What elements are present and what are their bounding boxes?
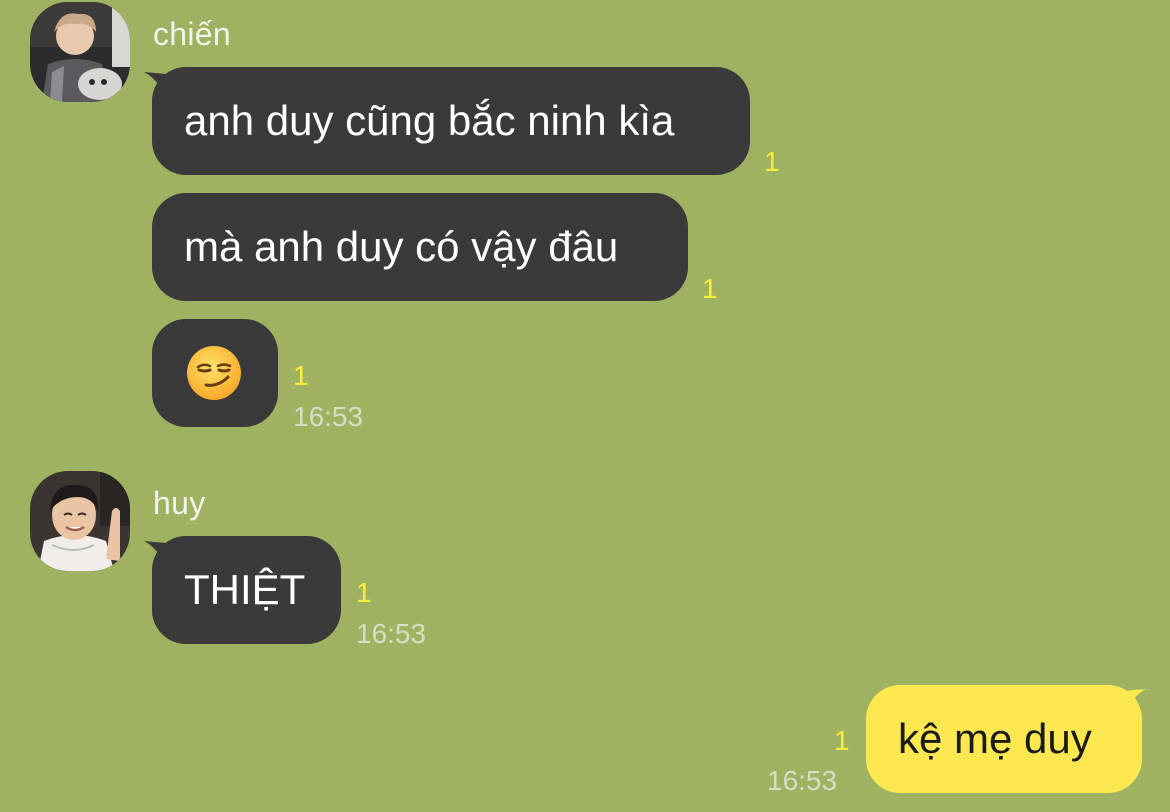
message-bubble-2[interactable]: mà anh duy có vậy đâu — [152, 193, 688, 301]
unread-count: 1 — [293, 360, 309, 391]
message-text: THIỆT — [184, 566, 306, 613]
message-text: anh duy cũng bắc ninh kìa — [184, 97, 675, 144]
unread-count: 1 — [356, 577, 372, 608]
unread-count: 1 — [834, 725, 850, 756]
message-bubble-1[interactable]: anh duy cũng bắc ninh kìa — [152, 67, 750, 175]
sender-name-huy: huy — [153, 485, 206, 521]
unread-count: 1 — [764, 146, 780, 177]
message-bubble-emoji[interactable] — [152, 319, 278, 427]
message-bubble-thiet[interactable]: THIỆT — [152, 536, 341, 644]
sender-name-chien: chiến — [153, 16, 231, 52]
avatar-chien-photo — [30, 2, 130, 102]
message-timestamp: 16:53 — [293, 401, 364, 432]
unread-count: 1 — [702, 273, 718, 304]
message-bubble-outgoing[interactable]: kệ mẹ duy — [866, 685, 1142, 793]
message-text: kệ mẹ duy — [898, 715, 1092, 762]
avatar-huy[interactable] — [30, 471, 130, 571]
message-text: mà anh duy có vậy đâu — [184, 223, 619, 270]
smirking-face-emoji-icon — [187, 346, 241, 400]
avatar-huy-photo — [30, 471, 130, 571]
avatar-chien[interactable] — [30, 2, 130, 102]
message-timestamp: 16:53 — [767, 765, 838, 796]
message-timestamp: 16:53 — [356, 618, 427, 649]
